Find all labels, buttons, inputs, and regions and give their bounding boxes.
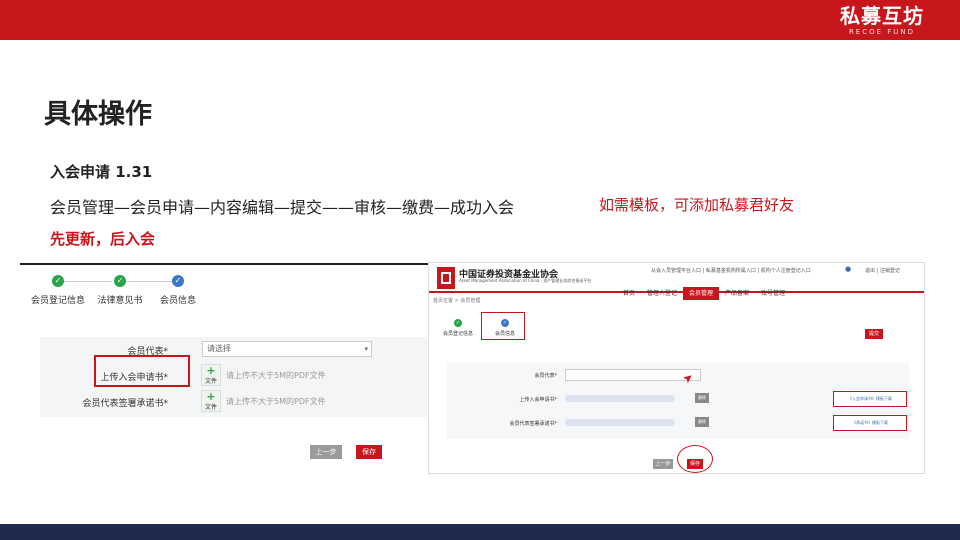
delete-button[interactable]: 删除 <box>695 417 709 427</box>
step-label: 会员登记信息 <box>442 331 473 337</box>
portal-header: 中国证券投资基金业协会 Asset Management Association… <box>429 263 924 300</box>
main-nav: 首页 管理人登记 会员管理 产品备案 账号管理 <box>617 280 791 300</box>
check-icon: ✓ <box>114 275 126 287</box>
form-row: 会员代表签署承诺书* 删除 《承诺书》模板下载 <box>447 411 909 435</box>
step-label: 法律意见书 <box>97 296 143 306</box>
nav-member-management[interactable]: 会员管理 <box>683 287 720 300</box>
submit-button[interactable]: 提交 <box>865 329 883 339</box>
step-member-registration[interactable]: ✓ 会员登记信息 <box>26 275 90 306</box>
field-label: 会员代表签署承诺书* <box>509 421 557 427</box>
brand-name: 私募互坊 <box>840 4 924 28</box>
nav-product-filing[interactable]: 产品备案 <box>719 287 755 300</box>
step-label: 会员登记信息 <box>30 296 85 306</box>
org-subtitle: Asset Management Association of China · … <box>459 278 592 283</box>
field-label: 会员代表签署承诺书* <box>82 399 168 409</box>
form-row: 会员代表* <box>447 363 909 387</box>
nav-manager-registration[interactable]: 管理人登记 <box>641 287 683 300</box>
breadcrumb: 首页位置 > 会员管理 <box>433 298 481 304</box>
commitment-template-link[interactable]: 《承诺书》模板下载 <box>833 415 907 431</box>
template-tip: 如需模板，可添加私募君好友 <box>599 196 795 214</box>
stepper: ✓ 会员登记信息 ✓ 法律意见书 ✓ 会员信息 <box>20 265 430 325</box>
section-subtitle: 入会申请 1.31 <box>50 163 153 181</box>
caret-down-icon: ▾ <box>364 345 368 353</box>
brand-subtitle: RECOE FUND <box>848 28 916 36</box>
step-member-info[interactable]: ✓ 会员信息 <box>150 275 206 306</box>
upload-label: 文件 <box>204 378 217 385</box>
slide-title: 具体操作 <box>44 99 152 130</box>
check-icon: ✓ <box>52 275 64 287</box>
top-banner: 私募互坊 RECOE FUND <box>0 0 960 40</box>
select-value: 请选择 <box>207 344 231 353</box>
save-button[interactable]: 保存 <box>356 445 382 459</box>
upload-commitment-button[interactable]: + 文件 <box>201 390 221 412</box>
portal-links[interactable]: 从会入员管理平台入口 | 私募基金机构所属入口 | 机构个人注册登记入口 <box>651 267 811 274</box>
upload-hint: 请上传不大于5M的PDF文件 <box>226 397 326 406</box>
plus-icon: + <box>206 364 216 377</box>
process-flow: 会员管理—会员申请—内容编辑—提交——审核—缴费—成功入会 <box>50 198 515 217</box>
left-screenshot: ✓ 会员登记信息 ✓ 法律意见书 ✓ 会员信息 会员代表* 请选择 ▾ 上传入会… <box>20 263 430 473</box>
logout-links[interactable]: 退出 | 注销登记 <box>865 267 900 274</box>
check-icon: ✓ <box>454 319 462 327</box>
highlight-box <box>481 312 525 340</box>
delete-button[interactable]: 删除 <box>695 393 709 403</box>
member-form: 会员代表* 上传入会申请书* 删除 《入会申请书》模板下载 会员代表签署承诺书*… <box>447 363 909 439</box>
field-label: 会员代表* <box>534 373 557 379</box>
field-label: 上传入会申请书* <box>519 397 557 403</box>
highlight-circle <box>677 445 713 473</box>
plus-icon: + <box>206 390 216 403</box>
brand-logo: 私募互坊 RECOE FUND <box>840 4 924 37</box>
user-icon[interactable]: ● <box>845 265 851 273</box>
bottom-bar <box>0 524 960 540</box>
step-member-registration[interactable]: ✓ 会员登记信息 <box>435 319 481 337</box>
member-rep-select[interactable]: 请选择 ▾ <box>202 341 372 357</box>
uploaded-file <box>565 419 675 426</box>
application-template-link[interactable]: 《入会申请书》模板下载 <box>833 391 907 407</box>
form-row: 会员代表签署承诺书* + 文件 请上传不大于5M的PDF文件 <box>40 389 430 413</box>
prev-step-button[interactable]: 上一步 <box>653 459 673 469</box>
nav-home[interactable]: 首页 <box>617 287 641 300</box>
check-icon: ✓ <box>172 275 184 287</box>
nav-account-management[interactable]: 账号管理 <box>755 287 791 300</box>
uploaded-file <box>565 395 675 402</box>
highlight-box <box>94 355 190 387</box>
upload-application-button[interactable]: + 文件 <box>201 364 221 386</box>
step-label: 会员信息 <box>159 296 196 306</box>
prev-step-button[interactable]: 上一步 <box>310 445 342 459</box>
right-screenshot: 中国证券投资基金业协会 Asset Management Association… <box>428 262 925 474</box>
step-legal-opinion[interactable]: ✓ 法律意见书 <box>90 275 150 306</box>
update-note: 先更新，后入会 <box>50 230 156 248</box>
form-row: 上传入会申请书* 删除 《入会申请书》模板下载 <box>447 387 909 411</box>
upload-hint: 请上传不大于5M的PDF文件 <box>226 371 326 380</box>
upload-label: 文件 <box>204 404 217 411</box>
association-logo <box>437 267 455 289</box>
